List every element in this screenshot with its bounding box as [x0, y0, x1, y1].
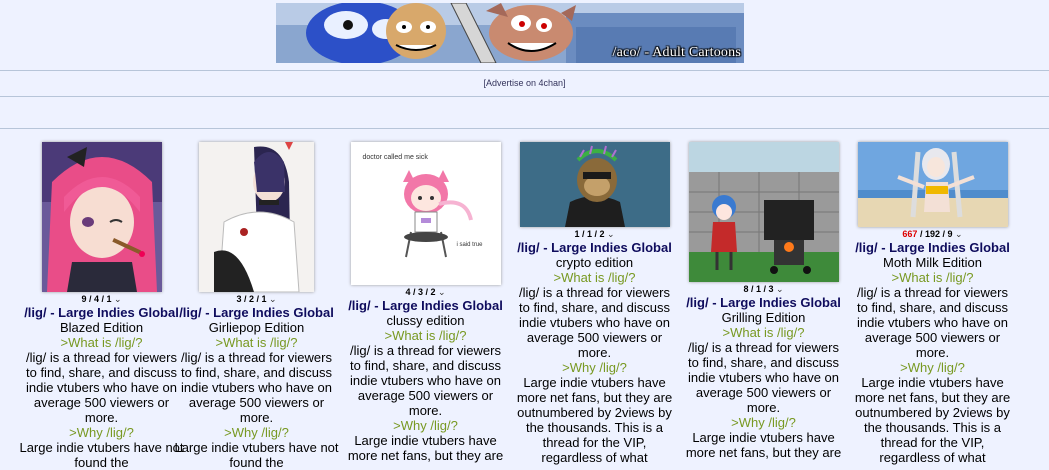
thread-subject: Large Indies Global	[889, 240, 1010, 255]
divider	[0, 128, 1049, 129]
greentext-line: >Why /lig/?	[393, 418, 458, 433]
thread-image-count: 192	[924, 229, 940, 239]
catalog-thread: doctor called me sick i said true 4 / 3 …	[343, 142, 508, 463]
greentext-line: >Why /lig/?	[224, 425, 289, 440]
thread-edition: Moth Milk Edition	[883, 255, 982, 270]
thread-stats: 8 / 1 / 3 ⌄	[681, 284, 846, 295]
thread-thumbnail: doctor called me sick i said true	[350, 142, 501, 285]
thread-thumbnail	[688, 142, 839, 282]
thread-body-line: Large indie vtubers have not found the	[174, 440, 339, 470]
catalog-thread: 667 / 192 / 9 ⌄ /lig/ - Large Indies Glo…	[850, 142, 1015, 465]
thread-edition: crypto edition	[555, 255, 634, 270]
greentext-line: >What is /lig/?	[553, 270, 636, 285]
thread-thumbnail	[199, 142, 314, 292]
thread-dash: -	[712, 295, 717, 310]
thread-board: /lig/	[179, 305, 202, 320]
thread-body-line: /lig/ is a thread for viewers to find, s…	[25, 350, 178, 425]
thread-stats-text: 3 / 2 / 1	[236, 294, 267, 304]
thread-body-line: /lig/ is a thread for viewers to find, s…	[349, 343, 502, 418]
thread-edition: clussy edition	[386, 313, 465, 328]
thread-edition: Grilling Edition	[721, 310, 806, 325]
chevron-down-icon[interactable]: ⌄	[776, 284, 784, 294]
chevron-down-icon[interactable]: ⌄	[955, 229, 963, 239]
greentext-line: >What is /lig/?	[722, 325, 805, 340]
thread-dash: -	[374, 298, 379, 313]
thread-edition: Blazed Edition	[59, 320, 144, 335]
thread-thumbnail	[41, 142, 162, 292]
thread-stats-text: 8 / 1 / 3	[743, 284, 774, 294]
thread-body-line: Large indie vtubers have not found the	[19, 440, 184, 470]
chevron-down-icon[interactable]: ⌄	[607, 229, 615, 239]
thread-body-line: Large indie vtubers have more net fans, …	[685, 430, 842, 460]
thread-stats: 667 / 192 / 9 ⌄	[902, 229, 963, 239]
greentext-line: >Why /lig/?	[69, 425, 134, 440]
thread-thumbnail-link[interactable]	[174, 142, 339, 292]
greentext-line: >Why /lig/?	[900, 360, 965, 375]
thread-subject: Large Indies Global	[551, 240, 672, 255]
thread-thumbnail-link[interactable]	[19, 142, 184, 292]
thread-thumbnail	[857, 142, 1008, 227]
catalog-thread: 3 / 2 / 1 ⌄ /lig/ - Large Indies Global …	[174, 142, 339, 470]
thread-thumbnail-link[interactable]	[681, 142, 846, 282]
thread-dash: -	[543, 240, 548, 255]
greentext-line: >What is /lig/?	[384, 328, 467, 343]
thread-stats-text: 4 / 3 / 2	[405, 287, 436, 297]
thread-board: /lig/	[686, 295, 709, 310]
divider	[0, 70, 1049, 71]
chevron-down-icon[interactable]: ⌄	[438, 287, 446, 297]
thread-thumbnail	[519, 142, 670, 227]
thread-stats-text: 1 / 1 / 2	[574, 229, 605, 239]
thread-stats: 4 / 3 / 2 ⌄	[343, 287, 508, 298]
chevron-down-icon[interactable]: ⌄	[269, 294, 277, 304]
thread-stats: 1 / 1 / 2 ⌄	[512, 229, 677, 240]
thread-body-line: Large indie vtubers have more net fans, …	[854, 375, 1011, 465]
catalog-thread: 8 / 1 / 3 ⌄ /lig/ - Large Indies Global …	[681, 142, 846, 460]
thread-thumbnail-link[interactable]	[850, 142, 1015, 227]
thread-board: /lig/	[348, 298, 371, 313]
greentext-line: >What is /lig/?	[891, 270, 974, 285]
greentext-line: >What is /lig/?	[60, 335, 143, 350]
thread-subject: Large Indies Global	[213, 305, 334, 320]
greentext-line: >What is /lig/?	[215, 335, 298, 350]
thread-body-line: Large indie vtubers have more net fans, …	[516, 375, 673, 465]
board-banner[interactable]: /aco/ - Adult Cartoons	[276, 3, 744, 63]
thread-body-line: /lig/ is a thread for viewers to find, s…	[856, 285, 1009, 360]
thread-edition: Girliepop Edition	[208, 320, 305, 335]
thread-page-number: 9	[947, 229, 953, 239]
thread-dash: -	[881, 240, 886, 255]
thread-board: /lig/	[24, 305, 47, 320]
thread-reply-count-hot: 667	[902, 229, 918, 239]
thread-subject: Large Indies Global	[720, 295, 841, 310]
thread-stats-text: 9 / 4 / 1	[81, 294, 112, 304]
thread-dash: -	[50, 305, 55, 320]
banner-caption: /aco/ - Adult Cartoons	[612, 45, 741, 60]
thread-board: /lig/	[517, 240, 540, 255]
chevron-down-icon[interactable]: ⌄	[114, 294, 122, 304]
thread-board: /lig/	[855, 240, 878, 255]
catalog-thread: 1 / 1 / 2 ⌄ /lig/ - Large Indies Global …	[512, 142, 677, 465]
advertise-link[interactable]: [Advertise on 4chan]	[483, 78, 565, 88]
catalog-thread: 9 / 4 / 1 ⌄ /lig/ - Large Indies Global …	[19, 142, 184, 470]
thread-thumbnail-link[interactable]: doctor called me sick i said true	[343, 142, 508, 285]
thread-stats: 9 / 4 / 1 ⌄	[19, 294, 184, 305]
thread-dash: -	[205, 305, 210, 320]
thread-body-line: /lig/ is a thread for viewers to find, s…	[518, 285, 671, 360]
greentext-line: >Why /lig/?	[562, 360, 627, 375]
thumbnail-caption: i said true	[456, 242, 483, 248]
thread-subject: Large Indies Global	[58, 305, 179, 320]
advertise-link-container: [Advertise on 4chan]	[0, 78, 1049, 88]
thread-subject: Large Indies Global	[382, 298, 503, 313]
thread-body-line: /lig/ is a thread for viewers to find, s…	[180, 350, 333, 425]
thread-body-line: Large indie vtubers have more net fans, …	[347, 433, 504, 463]
thumbnail-art	[402, 170, 473, 258]
thread-stats: 3 / 2 / 1 ⌄	[174, 294, 339, 305]
greentext-line: >Why /lig/?	[731, 415, 796, 430]
divider	[0, 96, 1049, 97]
thread-body-line: /lig/ is a thread for viewers to find, s…	[687, 340, 840, 415]
thread-thumbnail-link[interactable]	[512, 142, 677, 227]
